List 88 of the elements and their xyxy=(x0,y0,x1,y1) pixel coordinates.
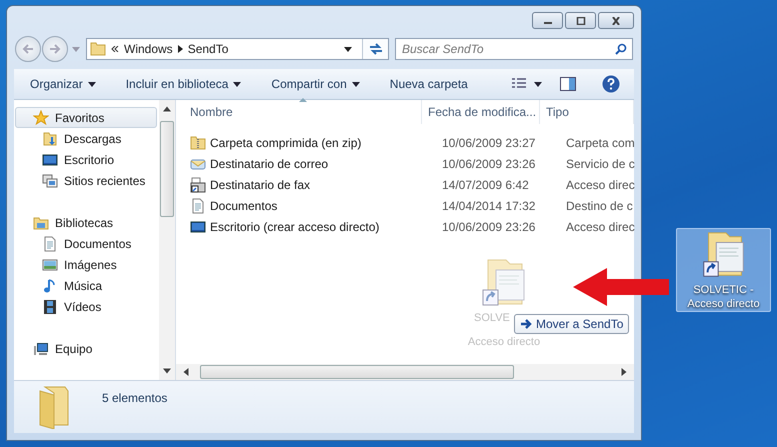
scroll-thumb[interactable] xyxy=(160,121,174,217)
caret-icon xyxy=(352,82,360,86)
nav-item[interactable]: Sitios recientes xyxy=(14,170,159,191)
library-folder-icon xyxy=(33,214,49,230)
item-count: 5 elementos xyxy=(102,391,168,405)
scroll-thumb[interactable] xyxy=(200,365,514,379)
table-cell-text: 10/06/2009 23:26 xyxy=(441,220,536,234)
search-field[interactable]: Buscar SendTo xyxy=(395,38,633,60)
star-icon xyxy=(33,110,49,126)
toolbar-button[interactable]: Incluir en biblioteca xyxy=(118,73,250,95)
folder-icon xyxy=(37,385,71,429)
close-button[interactable] xyxy=(598,12,634,29)
overflow-chevron-icon xyxy=(111,46,119,52)
toolbar-button[interactable]: Compartir con xyxy=(263,73,368,95)
arrow-icon xyxy=(573,268,669,306)
minimize-button[interactable] xyxy=(532,12,563,29)
scroll-up-icon xyxy=(163,105,171,113)
vertical-scrollbar[interactable] xyxy=(159,100,175,380)
table-cell-text: 14/04/2014 17:32 xyxy=(441,198,536,212)
nav-item[interactable]: Bibliotecas xyxy=(15,212,157,233)
recent-places-icon xyxy=(42,172,58,188)
search-icon xyxy=(615,43,627,55)
refresh-button[interactable] xyxy=(362,39,388,59)
file-name[interactable]: Destinatario de fax xyxy=(176,176,436,192)
tooltip-text: Mover a SendTo xyxy=(536,317,624,331)
sort-arrow-icon xyxy=(298,98,306,102)
horizontal-scrollbar[interactable] xyxy=(176,364,634,380)
move-arrow-icon xyxy=(520,319,532,329)
dragged-item-label: SOLVE xyxy=(474,312,510,324)
column-header[interactable]: Nombre xyxy=(176,100,422,124)
nav-item[interactable]: Vídeos xyxy=(14,296,159,317)
address-bar[interactable]: Windows SendTo xyxy=(86,38,389,60)
table-cell-text: 10/06/2009 23:26 xyxy=(441,156,536,170)
caret-icon xyxy=(233,82,242,86)
table-cell-text: 10/06/2009 23:27 xyxy=(441,136,536,150)
column-header[interactable]: Fecha de modifica... xyxy=(422,100,540,124)
table-cell-text: Carpeta com xyxy=(565,136,635,150)
preview-pane-icon xyxy=(560,77,576,91)
desktop-icon xyxy=(42,152,58,168)
breadcrumb-separator-icon xyxy=(178,45,183,53)
help-icon xyxy=(602,75,620,93)
toolbar-button[interactable]: Organizar xyxy=(22,73,104,95)
document-icon xyxy=(42,236,58,252)
download-folder-icon xyxy=(42,130,58,146)
desktop-shortcut-label: SOLVETIC - Acceso directo xyxy=(686,283,761,311)
close-icon xyxy=(611,16,621,24)
file-name[interactable]: Carpeta comprimida (en zip) xyxy=(176,134,436,150)
right-arrow-icon xyxy=(49,44,61,54)
column-header[interactable]: Tipo xyxy=(540,100,634,124)
caret-icon xyxy=(534,82,542,86)
dragged-item-label: Acceso directo xyxy=(468,336,540,348)
list-view-icon xyxy=(511,78,527,90)
dropdown-caret-icon xyxy=(344,46,352,52)
nav-item[interactable]: Equipo xyxy=(15,338,157,359)
nav-item[interactable]: Documentos xyxy=(14,233,159,254)
table-cell-text: Servicio de c xyxy=(565,156,635,170)
fax-icon xyxy=(190,176,206,192)
scroll-left-icon xyxy=(182,368,190,376)
nav-item[interactable]: Imágenes xyxy=(14,254,159,275)
folder-icon xyxy=(90,41,106,57)
table-cell-text: 14/07/2009 6:42 xyxy=(441,178,530,192)
breadcrumb[interactable]: SendTo xyxy=(188,42,228,56)
nav-item[interactable]: Música xyxy=(14,275,159,296)
film-icon xyxy=(42,298,58,314)
maximize-button[interactable] xyxy=(565,12,596,29)
maximize-icon xyxy=(576,16,586,24)
zip-folder-icon xyxy=(190,134,206,150)
nav-item[interactable]: Descargas xyxy=(14,128,159,149)
nav-item[interactable]: Favoritos xyxy=(15,107,157,128)
nav-item[interactable]: Escritorio xyxy=(14,149,159,170)
scroll-right-icon xyxy=(620,368,628,376)
recent-pages-caret-icon xyxy=(72,46,80,52)
image-icon xyxy=(42,256,58,272)
file-name[interactable]: Documentos xyxy=(176,198,436,214)
file-name[interactable]: Destinatario de correo xyxy=(176,156,436,172)
file-name[interactable]: Escritorio (crear acceso directo) xyxy=(176,218,436,234)
computer-icon xyxy=(33,340,49,356)
scroll-down-icon xyxy=(163,367,171,375)
desktop-icon xyxy=(190,218,206,234)
toolbar-button[interactable]: Nueva carpeta xyxy=(382,73,476,95)
table-cell-text: Acceso direc xyxy=(565,178,635,192)
table-cell-text: Destino de c xyxy=(565,198,634,212)
left-arrow-icon xyxy=(22,44,34,54)
table-cell-text: Acceso direc xyxy=(565,220,635,234)
caret-icon xyxy=(88,82,96,86)
document-icon xyxy=(190,198,206,214)
breadcrumb[interactable]: Windows xyxy=(124,42,173,56)
refresh-arrows-icon xyxy=(368,43,382,55)
